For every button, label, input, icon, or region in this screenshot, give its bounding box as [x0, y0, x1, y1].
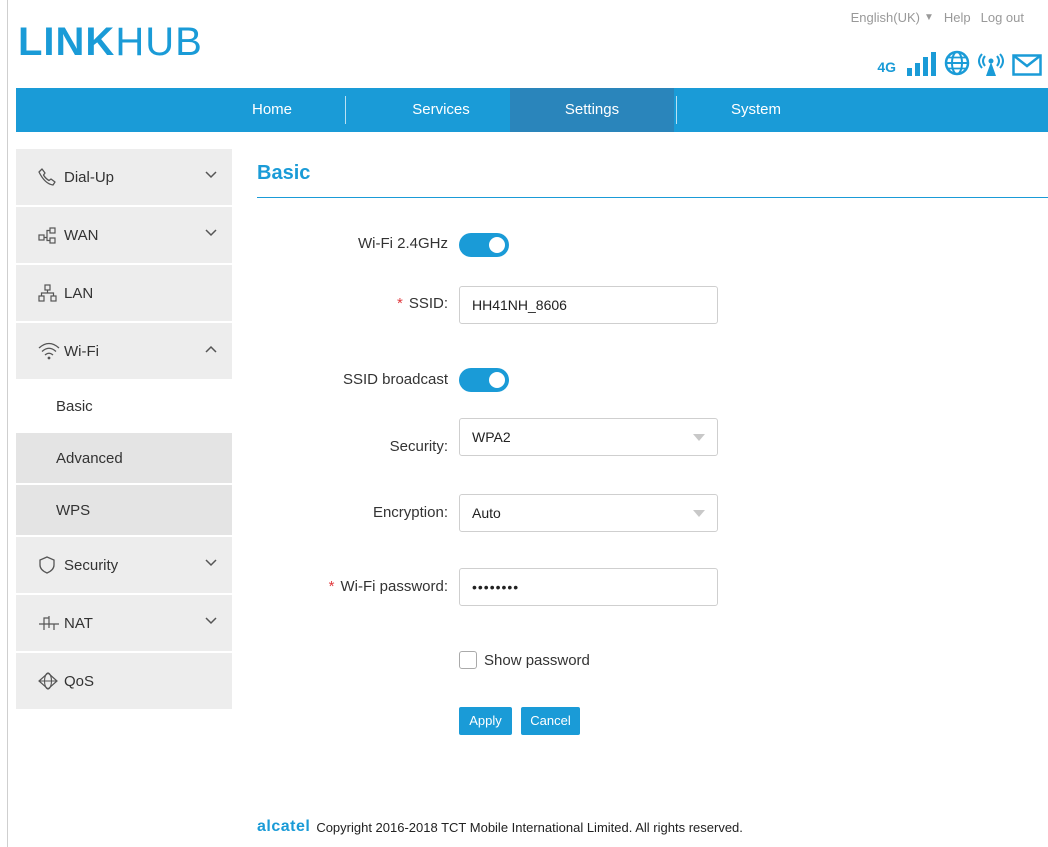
phone-icon	[38, 167, 60, 187]
shield-icon	[38, 555, 60, 575]
required-mark: *	[328, 578, 335, 595]
lan-icon	[38, 283, 60, 303]
security-select[interactable]: WPA2	[459, 418, 718, 456]
footer: alcatel Copyright 2016-2018 TCT Mobile I…	[257, 818, 743, 836]
help-link[interactable]: Help	[944, 10, 971, 25]
wan-icon	[38, 225, 60, 245]
encryption-value: Auto	[472, 505, 501, 521]
chevron-down-icon	[205, 171, 217, 179]
required-mark: *	[396, 295, 403, 312]
caret-down-icon: ▼	[923, 12, 934, 23]
sidebar-item-lan[interactable]: LAN	[16, 265, 232, 323]
toggle-knob	[489, 372, 505, 388]
show-password-checkbox[interactable]	[459, 651, 477, 669]
sidebar-item-nat[interactable]: NAT	[16, 595, 232, 653]
sidebar-subitem-basic[interactable]: Basic	[16, 381, 232, 433]
sidebar-item-dial-up[interactable]: Dial-Up	[16, 149, 232, 207]
sidebar-item-label: Security	[64, 556, 119, 574]
sidebar-item-security[interactable]: Security	[16, 537, 232, 595]
sidebar-item-label: NAT	[64, 614, 93, 632]
status-icons: 4G	[877, 50, 1042, 76]
settings-sidebar: Dial-Up WAN LAN Wi-Fi Basic Advanced WPS…	[16, 149, 232, 711]
cancel-button[interactable]: Cancel	[521, 707, 580, 735]
sidebar-item-qos[interactable]: QoS	[16, 653, 232, 711]
sidebar-item-label: LAN	[64, 284, 94, 302]
nav-system[interactable]: System	[706, 88, 806, 132]
network-type: 4G	[877, 59, 896, 75]
dropdown-arrow-icon	[693, 510, 705, 517]
logo-bold: LINK	[18, 20, 116, 64]
wifi-band-label: Wi-Fi 2.4GHz	[358, 235, 448, 252]
nav-settings[interactable]: Settings	[510, 88, 674, 132]
qos-icon	[38, 671, 60, 691]
nav-separator	[676, 96, 677, 124]
page-title: Basic	[257, 162, 311, 184]
ssid-label-text: SSID:	[408, 295, 448, 312]
chevron-up-icon	[205, 345, 217, 353]
wifi-password-input[interactable]	[459, 568, 718, 606]
sidebar-subitem-wps[interactable]: WPS	[16, 485, 232, 537]
wifi-icon	[38, 341, 60, 361]
chevron-down-icon	[205, 559, 217, 567]
encryption-select[interactable]: Auto	[459, 494, 718, 532]
wifi-password-label: * Wi-Fi password:	[329, 578, 448, 595]
nav-services[interactable]: Services	[376, 88, 506, 132]
chevron-down-icon	[205, 229, 217, 237]
language-select[interactable]: English(UK) ▼	[851, 10, 934, 25]
linkhub-logo: LINKHUB	[18, 22, 203, 62]
sidebar-subitem-advanced[interactable]: Advanced	[16, 433, 232, 485]
security-value: WPA2	[472, 429, 511, 445]
top-links: English(UK) ▼ Help Log out	[851, 10, 1024, 25]
wifi-hotspot-icon	[978, 53, 1004, 76]
page-frame-left	[7, 0, 8, 847]
logout-link[interactable]: Log out	[981, 10, 1024, 25]
alcatel-logo: alcatel	[257, 818, 311, 835]
toggle-knob	[489, 237, 505, 253]
encryption-label: Encryption:	[372, 504, 448, 521]
message-icon	[1012, 54, 1042, 76]
dropdown-arrow-icon	[693, 434, 705, 441]
title-divider	[257, 197, 1048, 198]
main-nav: Home Services Settings System	[16, 88, 1048, 132]
copyright-text: Copyright 2016-2018 TCT Mobile Internati…	[316, 819, 743, 835]
sidebar-item-label: Dial-Up	[64, 168, 115, 186]
nav-home[interactable]: Home	[222, 88, 322, 132]
show-password-label: Show password	[484, 652, 590, 669]
globe-icon	[944, 50, 970, 76]
nav-separator	[345, 96, 346, 124]
sidebar-item-label: Wi-Fi	[64, 342, 99, 360]
ssid-broadcast-label: SSID broadcast	[342, 371, 448, 388]
sidebar-item-wan[interactable]: WAN	[16, 207, 232, 265]
logo-light: HUB	[115, 20, 203, 64]
wifi-toggle[interactable]	[459, 233, 509, 257]
sidebar-item-wifi[interactable]: Wi-Fi	[16, 323, 232, 381]
language-label: English(UK)	[850, 10, 920, 25]
nat-icon	[38, 613, 60, 633]
apply-button[interactable]: Apply	[459, 707, 512, 735]
wifi-password-label-text: Wi-Fi password:	[340, 578, 448, 595]
sidebar-item-label: WAN	[64, 226, 99, 244]
ssid-input[interactable]	[459, 286, 718, 324]
sidebar-item-label: QoS	[64, 672, 95, 690]
signal-icon	[907, 52, 936, 76]
chevron-down-icon	[205, 617, 217, 625]
ssid-broadcast-toggle[interactable]	[459, 368, 509, 392]
ssid-label: * SSID:	[397, 295, 448, 312]
security-label: Security:	[389, 438, 448, 455]
